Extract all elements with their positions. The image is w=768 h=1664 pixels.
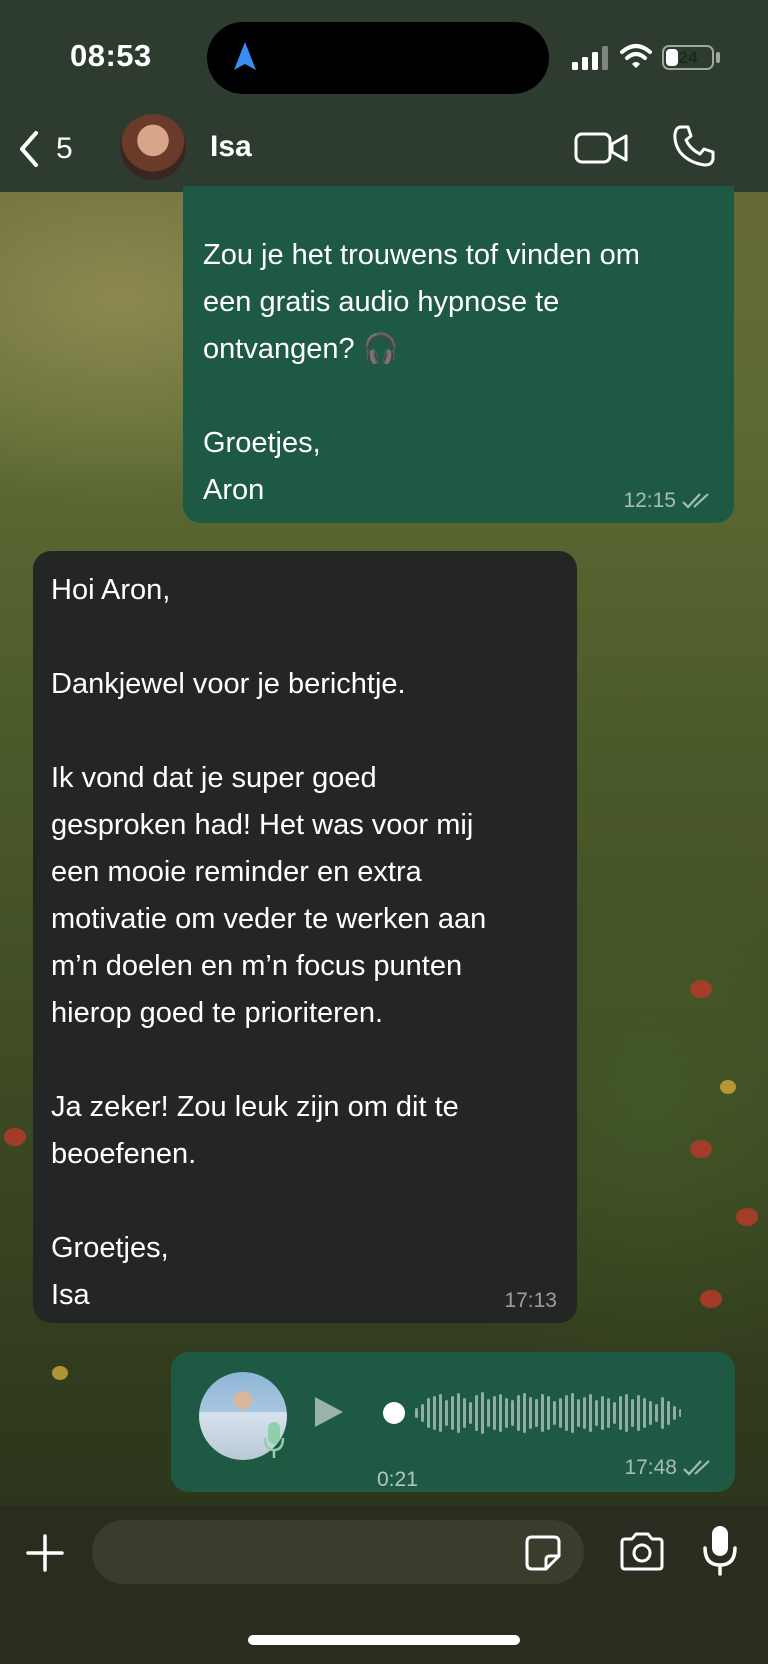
waveform-bar (457, 1393, 460, 1433)
chevron-left-icon (20, 131, 38, 167)
waveform-bar (427, 1398, 430, 1428)
wallpaper-flower (690, 1140, 712, 1158)
status-bar: 08:53 24 (0, 0, 768, 110)
camera-icon[interactable] (618, 1532, 666, 1572)
waveform-bar (679, 1409, 681, 1417)
waveform[interactable] (411, 1382, 681, 1444)
waveform-bar (505, 1398, 508, 1428)
message-time: 17:13 (504, 1289, 557, 1312)
microphone-icon (263, 1422, 285, 1458)
waveform-bar (445, 1400, 448, 1426)
plus-icon[interactable] (24, 1532, 66, 1574)
battery-percent: 24 (678, 48, 698, 67)
waveform-bar (493, 1396, 496, 1430)
waveform-bar (463, 1398, 466, 1428)
message-text: Zou je het trouwens tof vinden om een gr… (203, 239, 640, 506)
wallpaper-flower (52, 1366, 68, 1380)
home-indicator (248, 1635, 520, 1645)
waveform-bar (499, 1394, 502, 1432)
message-incoming[interactable]: Hoi Aron, Dankjewel voor je berichtje. I… (33, 551, 577, 1323)
status-time: 08:53 (70, 38, 152, 73)
waveform-bar (631, 1399, 634, 1427)
message-meta: 17:13 (504, 1289, 557, 1313)
waveform-bar (661, 1397, 664, 1429)
chat-header: 5 Isa (0, 110, 768, 192)
waveform-bar (643, 1398, 646, 1428)
waveform-bar (565, 1395, 568, 1431)
waveform-bar (583, 1397, 586, 1429)
waveform-bar (613, 1402, 616, 1424)
waveform-bar (487, 1399, 490, 1427)
waveform-bar (637, 1395, 640, 1431)
play-icon[interactable] (311, 1394, 345, 1430)
waveform-bar (625, 1394, 628, 1432)
waveform-bar (667, 1401, 670, 1425)
waveform-bar (547, 1396, 550, 1430)
unread-count: 5 (56, 132, 73, 165)
waveform-bar (529, 1397, 532, 1429)
contact-name[interactable]: Isa (210, 130, 252, 164)
waveform-bar (415, 1408, 418, 1418)
battery-icon: 24 (662, 45, 714, 70)
waveform-bar (541, 1394, 544, 1432)
location-arrow-icon (234, 42, 256, 70)
playback-scrubber[interactable] (383, 1402, 405, 1424)
video-call-icon[interactable] (574, 130, 628, 166)
waveform-bar (517, 1395, 520, 1431)
message-input[interactable] (92, 1520, 584, 1584)
message-text: Hoi Aron, Dankjewel voor je berichtje. I… (51, 574, 487, 1311)
message-time: 17:48 (624, 1456, 677, 1479)
wallpaper-flower (690, 980, 712, 998)
waveform-bar (553, 1401, 556, 1425)
microphone-icon[interactable] (700, 1524, 740, 1576)
waveform-bar (673, 1406, 676, 1420)
waveform-bar (619, 1396, 622, 1430)
voice-duration: 0:21 (377, 1468, 418, 1491)
waveform-bar (451, 1396, 454, 1430)
message-time: 12:15 (623, 489, 676, 512)
waveform-bar (559, 1398, 562, 1428)
waveform-bar (601, 1396, 604, 1430)
contact-avatar[interactable] (120, 114, 186, 180)
waveform-bar (535, 1399, 538, 1427)
waveform-bar (589, 1394, 592, 1432)
wallpaper-flower (720, 1080, 736, 1094)
waveform-bar (577, 1399, 580, 1427)
message-meta: 12:15 (623, 489, 714, 513)
read-receipt-icon (682, 493, 709, 509)
waveform-bar (607, 1398, 610, 1428)
wifi-icon (620, 44, 652, 68)
waveform-bar (421, 1404, 424, 1422)
waveform-bar (655, 1404, 658, 1422)
waveform-bar (481, 1392, 484, 1434)
dynamic-island (207, 22, 549, 94)
voice-message[interactable]: 0:21 17:48 (171, 1352, 735, 1492)
cellular-signal-icon (572, 46, 608, 70)
waveform-bar (475, 1395, 478, 1431)
waveform-bar (595, 1400, 598, 1426)
message-meta: 17:48 (624, 1456, 715, 1480)
sticker-icon[interactable] (524, 1534, 562, 1572)
waveform-bar (469, 1402, 472, 1424)
battery-cap (716, 52, 720, 63)
back-button[interactable]: 5 (14, 122, 73, 176)
waveform-bar (439, 1394, 442, 1432)
waveform-bar (571, 1393, 574, 1433)
waveform-bar (649, 1401, 652, 1425)
waveform-bar (511, 1400, 514, 1426)
waveform-bar (523, 1393, 526, 1433)
wallpaper-flower (4, 1128, 26, 1146)
read-receipt-icon (683, 1460, 710, 1476)
waveform-bar (433, 1396, 436, 1430)
wallpaper-flower (736, 1208, 758, 1226)
message-outgoing[interactable]: Zou je het trouwens tof vinden om een gr… (183, 186, 734, 523)
phone-icon[interactable] (672, 124, 716, 168)
wallpaper-flower (700, 1290, 722, 1308)
